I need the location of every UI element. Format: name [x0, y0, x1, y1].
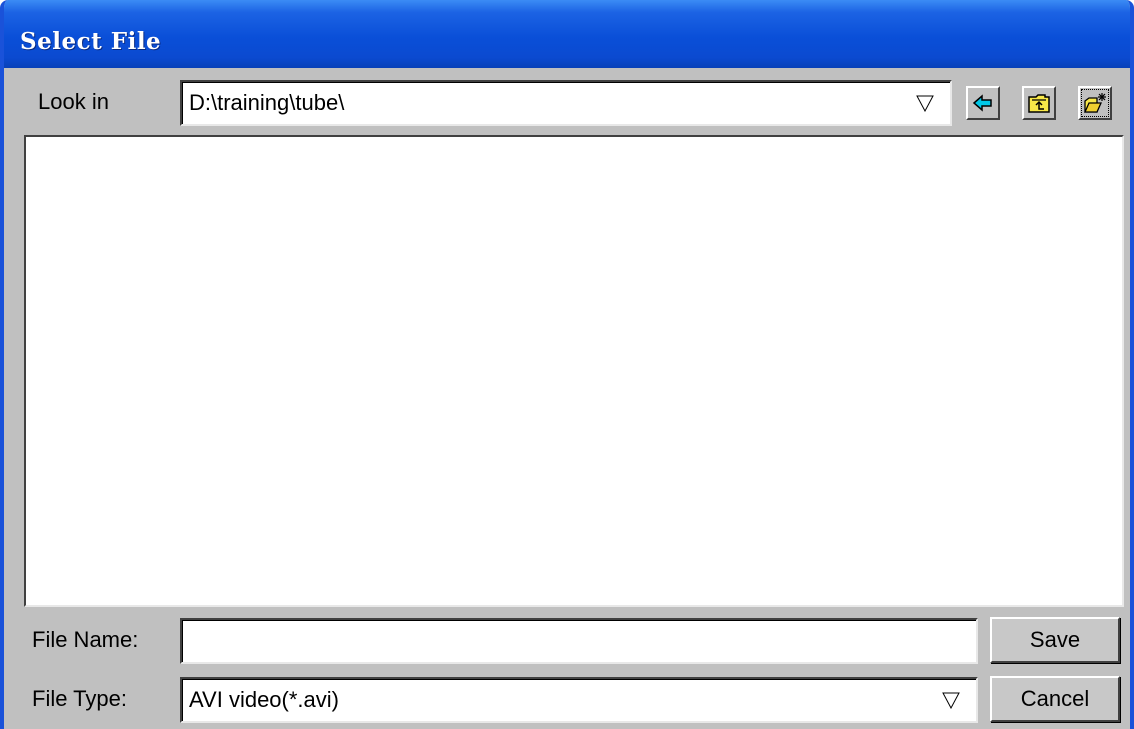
back-button[interactable] [966, 86, 1000, 120]
file-type-label: File Type: [32, 686, 127, 711]
file-name-input[interactable] [180, 618, 978, 664]
dialog-title: Select File [20, 28, 162, 55]
title-bar[interactable]: Select File [4, 0, 1130, 68]
dropdown-triangle-icon [916, 95, 934, 112]
new-folder-button[interactable] [1078, 86, 1112, 120]
up-folder-icon [1028, 94, 1050, 113]
back-arrow-icon [972, 94, 992, 112]
cancel-button[interactable]: Cancel [990, 676, 1120, 722]
new-folder-icon [1083, 93, 1106, 113]
file-type-dropdown[interactable]: AVI video(*.avi) [180, 677, 978, 723]
save-button[interactable]: Save [990, 617, 1120, 663]
look-in-value: D:\training\tube\ [189, 90, 345, 115]
select-file-dialog: Select File Look in D:\training\tube\ Fi… [0, 0, 1134, 729]
file-type-value: AVI video(*.avi) [189, 687, 339, 712]
look-in-label: Look in [38, 89, 109, 114]
look-in-dropdown[interactable]: D:\training\tube\ [180, 80, 952, 126]
up-one-level-button[interactable] [1022, 86, 1056, 120]
file-list[interactable] [24, 135, 1124, 607]
dropdown-triangle-icon [942, 692, 960, 709]
file-name-label: File Name: [32, 627, 139, 652]
